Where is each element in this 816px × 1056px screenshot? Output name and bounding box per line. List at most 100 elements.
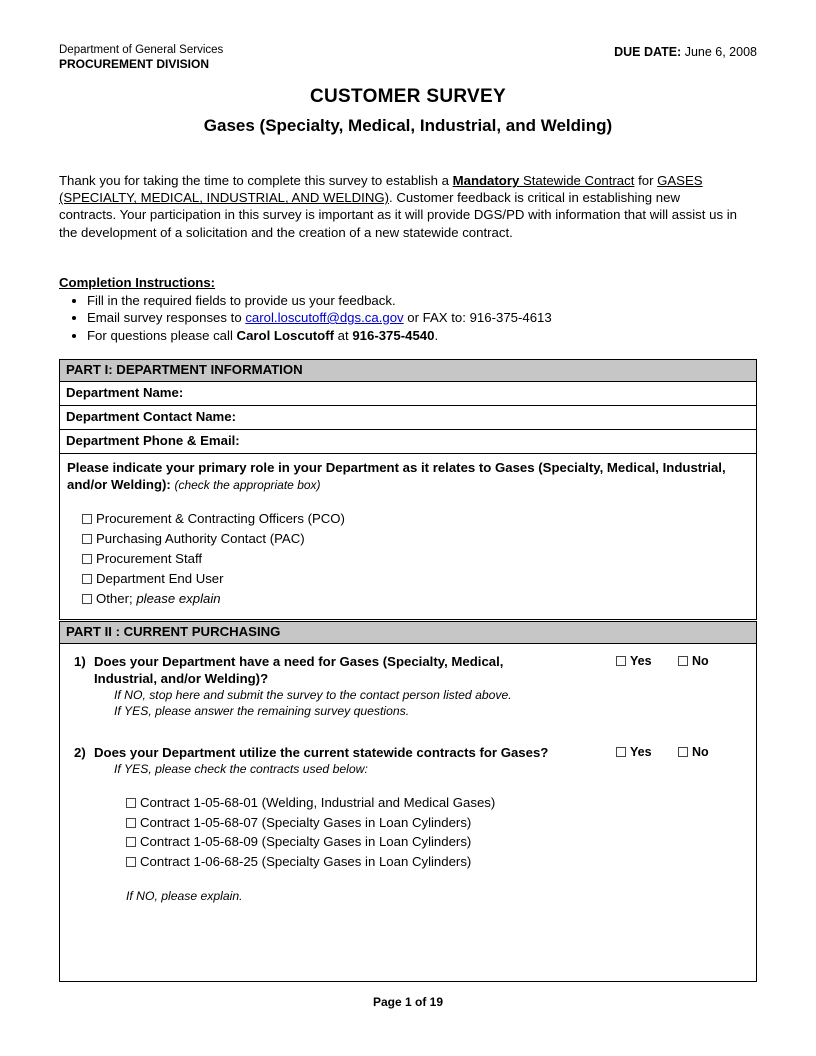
checkbox-icon[interactable] xyxy=(82,534,92,544)
question-1: 1) Does your Department have a need for … xyxy=(68,653,748,719)
agency-block: Department of General Services PROCUREME… xyxy=(59,44,223,71)
instruction-call-post: . xyxy=(434,327,439,343)
primary-role-block: Please indicate your primary role in you… xyxy=(60,454,756,619)
checkbox-icon[interactable] xyxy=(616,747,626,757)
checkbox-icon[interactable] xyxy=(616,656,626,666)
primary-role-options: Procurement & Contracting Officers (PCO)… xyxy=(67,509,748,609)
contract-label: Contract 1-05-68-01 (Welding, Industrial… xyxy=(140,795,496,810)
question-2: 2) Does your Department utilize the curr… xyxy=(68,744,748,981)
checkbox-icon[interactable] xyxy=(82,554,92,564)
question-1-answer-group: Yes No xyxy=(616,653,748,668)
page-subtitle: Gases (Specialty, Medical, Industrial, a… xyxy=(203,116,613,135)
yes-label: Yes xyxy=(630,654,652,668)
question-1-number: 1) xyxy=(74,654,86,669)
question-2-answer-area[interactable] xyxy=(94,903,616,981)
yes-label: Yes xyxy=(630,745,652,759)
role-option-department-end-user[interactable]: Department End User xyxy=(67,569,748,589)
role-option-label: Procurement Staff xyxy=(96,551,203,566)
no-label: No xyxy=(692,745,709,759)
intro-segment-2: for xyxy=(634,173,658,188)
checkbox-icon[interactable] xyxy=(126,837,136,847)
question-1-no-option[interactable]: No xyxy=(678,654,740,668)
role-option-label: Other; xyxy=(96,591,133,606)
division-name: PROCUREMENT DIVISION xyxy=(59,56,210,71)
question-2-yes-option[interactable]: Yes xyxy=(616,745,678,759)
contract-option-1-05-68-09[interactable]: Contract 1-05-68-09 (Specialty Gases in … xyxy=(126,832,616,852)
question-2-answer-group: Yes No xyxy=(616,744,748,759)
completion-instructions-title: Completion Instructions: xyxy=(59,275,216,290)
part-2-questions: 1) Does your Department have a need for … xyxy=(60,644,756,981)
checkbox-icon[interactable] xyxy=(126,817,136,828)
contract-label: Contract 1-05-68-07 (Specialty Gases in … xyxy=(140,814,472,830)
list-item: Fill in the required fields to provide u… xyxy=(87,292,749,310)
checkbox-icon[interactable] xyxy=(126,856,136,867)
due-date: DUE DATE: June 6, 2008 xyxy=(614,44,757,59)
checkbox-icon[interactable] xyxy=(678,656,688,666)
instruction-email-post: or FAX to: 916-375-4613 xyxy=(403,310,552,325)
checkbox-icon[interactable] xyxy=(678,747,688,757)
role-option-pac[interactable]: Purchasing Authority Contact (PAC) xyxy=(67,529,748,549)
question-2-subtext: If YES, please check the contracts used … xyxy=(114,762,368,776)
role-option-label: Department End User xyxy=(96,571,224,586)
contract-label: Contract 1-06-68-25 (Specialty Gases in … xyxy=(140,853,472,869)
contact-phone: 916-375-4540 xyxy=(352,327,435,343)
intro-segment-1: Thank you for taking the time to complet… xyxy=(59,173,453,188)
primary-role-question-text: Please indicate your primary role in you… xyxy=(67,460,726,492)
contract-option-1-05-68-01[interactable]: Contract 1-05-68-01 (Welding, Industrial… xyxy=(126,793,616,813)
completion-instructions-list: Fill in the required fields to provide u… xyxy=(59,292,749,345)
role-option-other[interactable]: Other; please explain xyxy=(67,589,748,609)
contract-option-1-06-68-25[interactable]: Contract 1-06-68-25 (Specialty Gases in … xyxy=(126,852,616,872)
document-page: Department of General Services PROCUREME… xyxy=(0,0,816,1056)
email-link[interactable]: carol.loscutoff@dgs.ca.gov xyxy=(245,310,403,325)
intro-mandatory: Mandatory xyxy=(452,173,520,188)
part-1-section: PART I: DEPARTMENT INFORMATION Departmen… xyxy=(59,359,757,620)
instruction-email-pre: Email survey responses to xyxy=(87,310,246,325)
part-2-section: PART II : CURRENT PURCHASING 1) Does you… xyxy=(59,621,757,982)
role-option-other-note: please explain xyxy=(132,591,221,606)
instruction-call-pre: For questions please call xyxy=(87,327,237,343)
question-1-text: Does your Department have a need for Gas… xyxy=(94,654,504,686)
field-department-name[interactable]: Department Name: xyxy=(60,382,756,406)
page-number: Page 1 of 19 xyxy=(372,995,444,1009)
part-1-heading: PART I: DEPARTMENT INFORMATION xyxy=(60,360,756,382)
field-department-contact-name[interactable]: Department Contact Name: xyxy=(60,406,756,430)
instruction-fill-fields: Fill in the required fields to provide u… xyxy=(87,292,396,308)
no-label: No xyxy=(692,654,709,668)
checkbox-icon[interactable] xyxy=(126,798,136,808)
question-1-subtext-1: If NO, stop here and submit the survey t… xyxy=(114,688,512,702)
contract-option-1-05-68-07[interactable]: Contract 1-05-68-07 (Specialty Gases in … xyxy=(126,813,616,833)
instruction-call-mid: at xyxy=(334,327,353,343)
page-footer: Page 1 of 19 xyxy=(0,995,816,1009)
field-department-phone-email[interactable]: Department Phone & Email: xyxy=(60,430,756,454)
question-2-ifno-prompt: If NO, please explain. xyxy=(126,889,243,903)
question-1-yes-option[interactable]: Yes xyxy=(616,654,678,668)
field-label: Department Contact Name: xyxy=(66,409,237,424)
primary-role-question: Please indicate your primary role in you… xyxy=(67,459,748,494)
contract-options: Contract 1-05-68-01 (Welding, Industrial… xyxy=(94,793,616,871)
completion-instructions: Completion Instructions: Fill in the req… xyxy=(59,274,749,344)
agency-name: Department of General Services xyxy=(59,44,224,56)
checkbox-icon[interactable] xyxy=(82,514,92,524)
role-option-label: Procurement & Contracting Officers (PCO) xyxy=(96,511,345,526)
document-header: Department of General Services PROCUREME… xyxy=(59,44,757,136)
part-2-heading: PART II : CURRENT PURCHASING xyxy=(60,622,756,644)
role-option-label: Purchasing Authority Contact (PAC) xyxy=(96,531,305,546)
due-date-label: DUE DATE: xyxy=(614,45,682,59)
intro-statewide-contract: Statewide Contract xyxy=(519,173,635,188)
role-option-pco[interactable]: Procurement & Contracting Officers (PCO) xyxy=(67,509,748,529)
field-label: Department Name: xyxy=(66,385,184,400)
list-item: Email survey responses to carol.loscutof… xyxy=(87,309,749,327)
field-label: Department Phone & Email: xyxy=(66,433,240,448)
contact-person-name: Carol Loscutoff xyxy=(236,327,334,343)
contract-label: Contract 1-05-68-09 (Specialty Gases in … xyxy=(140,834,472,849)
role-option-procurement-staff[interactable]: Procurement Staff xyxy=(67,549,748,569)
page-title: CUSTOMER SURVEY xyxy=(310,86,506,107)
checkbox-icon[interactable] xyxy=(82,594,92,604)
checkbox-icon[interactable] xyxy=(82,574,92,584)
question-1-subtext-2: If YES, please answer the remaining surv… xyxy=(114,704,410,718)
intro-paragraph: Thank you for taking the time to complet… xyxy=(59,172,737,241)
question-2-no-option[interactable]: No xyxy=(678,745,740,759)
question-2-text: Does your Department utilize the current… xyxy=(94,745,549,760)
list-item: For questions please call Carol Loscutof… xyxy=(87,327,749,345)
question-2-number: 2) xyxy=(74,745,86,760)
